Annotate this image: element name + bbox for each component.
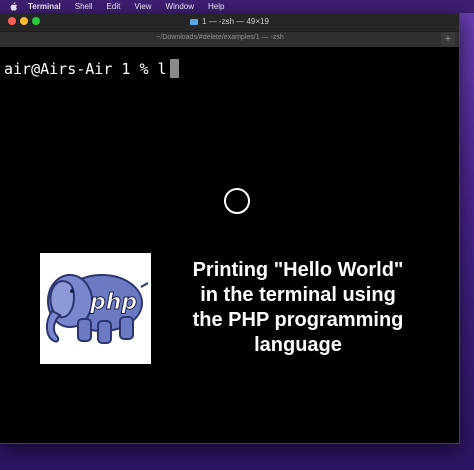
- tab-bar: ~/Downloads/#delete/examples/1 — -zsh +: [0, 31, 459, 47]
- menu-view[interactable]: View: [134, 2, 151, 11]
- menu-help[interactable]: Help: [208, 2, 224, 11]
- php-elephant-logo: php: [40, 253, 151, 364]
- window-title-group: 1 — -zsh — 49×19: [0, 17, 459, 26]
- caption-line-2: in the terminal using: [200, 284, 396, 306]
- menu-shell[interactable]: Shell: [75, 2, 93, 11]
- php-logo-text: php: [89, 290, 137, 315]
- menu-window[interactable]: Window: [166, 2, 194, 11]
- tab-current[interactable]: ~/Downloads/#delete/examples/1 — -zsh: [0, 34, 440, 41]
- new-tab-button[interactable]: +: [441, 32, 455, 46]
- menu-app-name[interactable]: Terminal: [28, 2, 61, 11]
- menu-edit[interactable]: Edit: [107, 2, 121, 11]
- prompt-line: air@Airs-Air 1 % l: [4, 59, 179, 78]
- loading-circle-icon: [224, 188, 250, 214]
- caption-line-3: the PHP programming: [192, 309, 404, 331]
- menu-bar: Terminal Shell Edit View Window Help: [0, 0, 474, 13]
- terminal-window: 1 — -zsh — 49×19 ~/Downloads/#delete/exa…: [0, 13, 460, 444]
- terminal-content[interactable]: air@Airs-Air 1 % l: [0, 47, 459, 443]
- prompt-text: air@Airs-Air 1 % l: [4, 59, 167, 78]
- title-bar[interactable]: 1 — -zsh — 49×19 ~/Downloads/#delete/exa…: [0, 13, 459, 47]
- folder-icon: [190, 18, 199, 25]
- video-caption: Printing "Hello World" in the terminal u…: [178, 258, 418, 358]
- caption-line-1: Printing "Hello World": [192, 259, 404, 281]
- caption-line-4: language: [254, 334, 342, 356]
- window-title: 1 — -zsh — 49×19: [202, 17, 269, 26]
- apple-icon[interactable]: [10, 2, 18, 11]
- text-cursor: [169, 59, 179, 78]
